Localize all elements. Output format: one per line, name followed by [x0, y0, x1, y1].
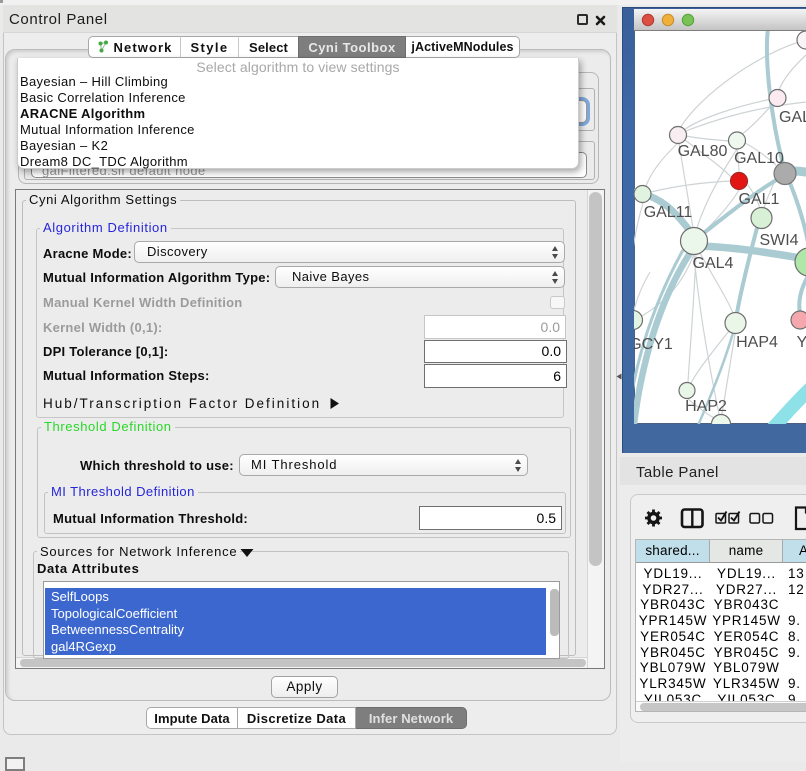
svg-text:GAL80: GAL80: [678, 143, 728, 160]
svg-text:SWI4: SWI4: [759, 232, 798, 249]
svg-text:GCY1: GCY1: [634, 336, 673, 353]
svg-text:GAL10: GAL10: [734, 150, 784, 167]
svg-text:GAL1: GAL1: [739, 191, 780, 208]
svg-text:HAP2: HAP2: [685, 398, 727, 415]
svg-text:GAL11: GAL11: [644, 204, 693, 221]
svg-text:HAP4: HAP4: [736, 334, 778, 351]
svg-text:Y: Y: [797, 334, 806, 351]
svg-text:GAL4: GAL4: [693, 255, 734, 272]
svg-text:GAL7: GAL7: [779, 109, 806, 126]
